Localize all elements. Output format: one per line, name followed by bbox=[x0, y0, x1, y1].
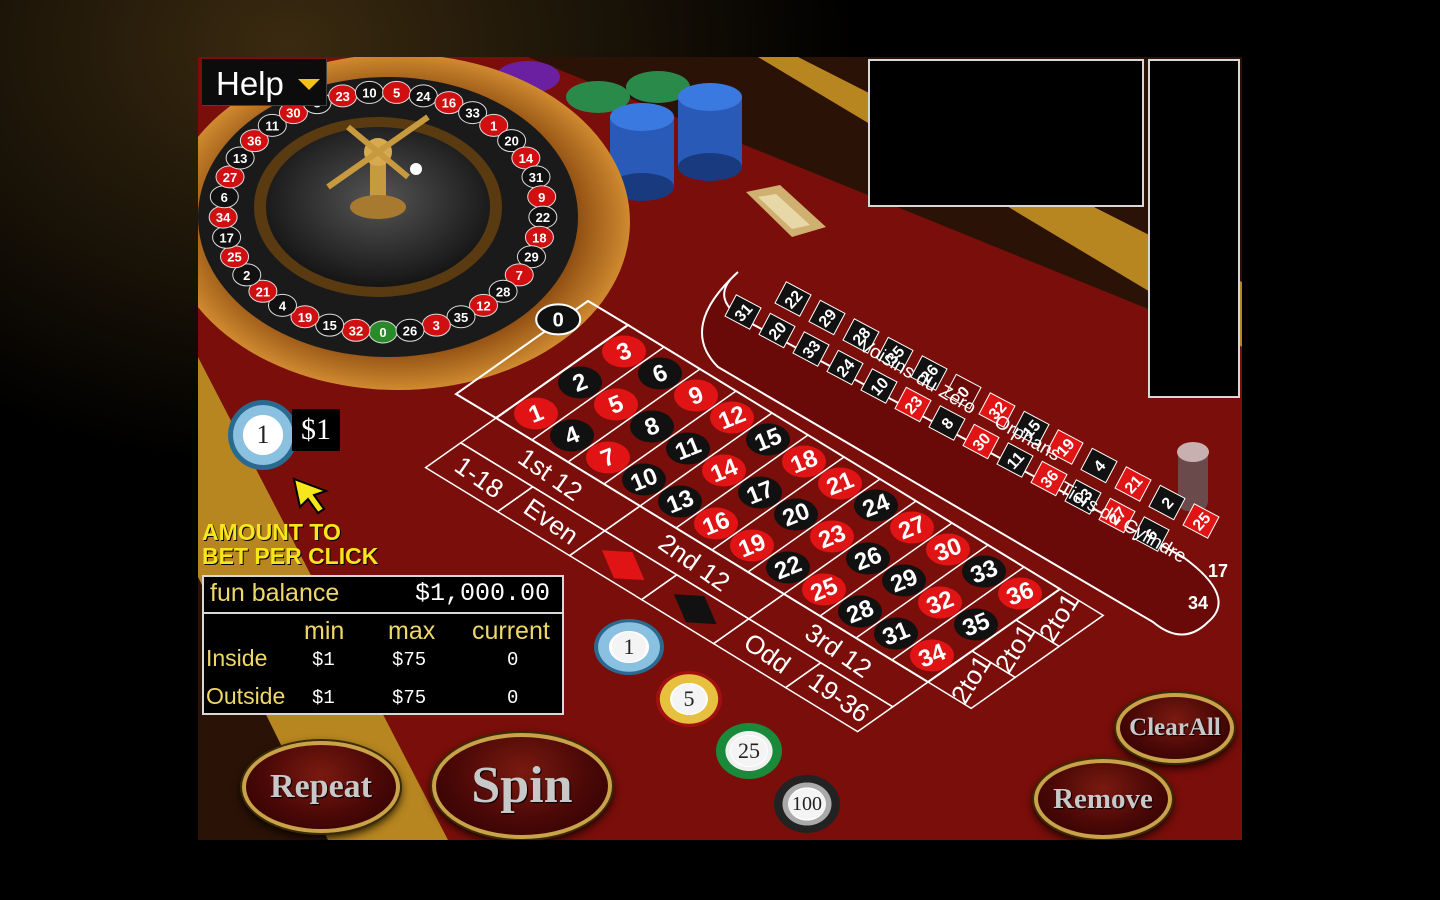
header-max: max bbox=[388, 617, 436, 645]
roulette-game: 0321519421225173462713361130823105241633… bbox=[198, 57, 1242, 840]
wheel-number: 36 bbox=[247, 134, 261, 149]
inside-current: 0 bbox=[507, 649, 519, 671]
wheel-number: 35 bbox=[454, 310, 468, 325]
wheel-number: 22 bbox=[536, 210, 550, 225]
balance-label: fun balance bbox=[210, 579, 340, 607]
wheel-number: 19 bbox=[298, 310, 312, 325]
wheel-number: 11 bbox=[265, 118, 279, 133]
wheel-number: 12 bbox=[476, 298, 490, 313]
inside-max: $75 bbox=[392, 649, 427, 671]
wheel-number: 7 bbox=[516, 268, 523, 283]
selected-chip[interactable]: 1 bbox=[228, 400, 298, 470]
wheel-number: 26 bbox=[403, 323, 417, 338]
wheel-number: 25 bbox=[227, 250, 241, 265]
balance-value: $1,000.00 bbox=[414, 579, 550, 608]
wheel-number: 24 bbox=[416, 89, 431, 104]
wheel-number: 17 bbox=[219, 230, 233, 245]
wheel-number: 32 bbox=[349, 323, 363, 338]
row-outside-label: Outside bbox=[206, 683, 286, 709]
inside-min: $1 bbox=[312, 649, 335, 671]
wheel-number: 31 bbox=[529, 170, 543, 185]
clear-all-button[interactable]: ClearAll bbox=[1116, 693, 1234, 763]
info-panel-side bbox=[1148, 59, 1240, 398]
balance-row: fun balance $1,000.00 bbox=[204, 577, 562, 614]
wheel-number: 6 bbox=[221, 190, 228, 205]
amount-per-click-label: AMOUNT TO BET PER CLICK bbox=[202, 519, 379, 569]
zero-label: 0 bbox=[553, 309, 564, 331]
wheel-number: 5 bbox=[393, 85, 400, 100]
outside-max: $75 bbox=[392, 687, 427, 709]
wheel-number: 0 bbox=[379, 325, 386, 340]
selected-chip-value: 1 bbox=[244, 416, 282, 454]
wheel-number: 3 bbox=[433, 318, 440, 333]
wheel-number: 4 bbox=[279, 298, 287, 313]
wheel-number: 15 bbox=[322, 318, 336, 333]
info-panel-top bbox=[868, 59, 1144, 207]
chip-1[interactable]: 1 bbox=[594, 619, 664, 675]
track-end-34: 34 bbox=[1188, 593, 1208, 613]
wheel-number: 34 bbox=[216, 210, 231, 225]
wheel-number: 14 bbox=[519, 151, 534, 166]
repeat-button[interactable]: Repeat bbox=[242, 741, 400, 833]
wheel-number: 28 bbox=[496, 284, 510, 299]
limits-table: fun balance $1,000.00 min max current In… bbox=[202, 575, 564, 715]
wheel-number: 33 bbox=[465, 106, 479, 121]
track-end-17: 17 bbox=[1208, 561, 1228, 581]
header-min: min bbox=[304, 617, 345, 645]
wheel-number: 21 bbox=[256, 284, 270, 299]
wheel-number: 1 bbox=[490, 118, 497, 133]
header-current: current bbox=[472, 617, 550, 645]
bet-amount-value: $1 bbox=[292, 409, 340, 451]
wheel-number: 18 bbox=[532, 230, 546, 245]
outside-current: 0 bbox=[507, 687, 519, 709]
wheel-number: 2 bbox=[243, 268, 250, 283]
row-inside-label: Inside bbox=[206, 645, 268, 671]
wheel-number: 9 bbox=[538, 190, 545, 205]
wheel-number: 20 bbox=[504, 134, 518, 149]
outside-min: $1 bbox=[312, 687, 335, 709]
chip-25[interactable]: 25 bbox=[716, 723, 782, 779]
help-label: Help bbox=[216, 65, 284, 102]
spin-button[interactable]: Spin bbox=[432, 733, 612, 839]
remove-button[interactable]: Remove bbox=[1034, 759, 1172, 839]
help-menu[interactable]: Help bbox=[202, 59, 327, 106]
wheel-number: 27 bbox=[223, 170, 237, 185]
wheel-number: 13 bbox=[233, 151, 247, 166]
wheel-number: 10 bbox=[362, 85, 376, 100]
chip-100[interactable]: 100 bbox=[774, 775, 840, 833]
wheel-number: 29 bbox=[524, 250, 538, 265]
wheel-number: 30 bbox=[286, 106, 300, 121]
wheel-number: 23 bbox=[335, 89, 349, 104]
chip-5[interactable]: 5 bbox=[656, 671, 722, 727]
chevron-down-icon bbox=[298, 79, 320, 90]
wheel-number: 16 bbox=[442, 96, 456, 111]
arrow-pointer-icon bbox=[292, 477, 329, 515]
